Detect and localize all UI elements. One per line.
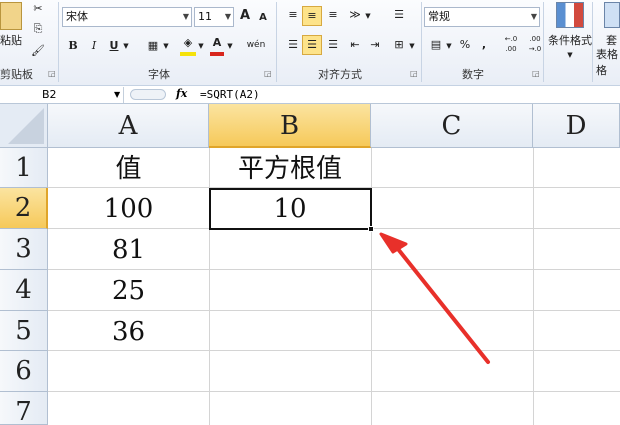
name-box[interactable]: B2 ▼ (0, 87, 124, 103)
decrease-indent-icon[interactable]: ⇤ (346, 36, 364, 54)
column-header-d[interactable]: D (533, 104, 620, 148)
clipboard-group-label: 剪贴板 (0, 68, 33, 81)
paste-button-label[interactable]: 粘贴 (0, 32, 22, 48)
cell-a4[interactable]: 25 (48, 272, 209, 311)
increase-indent-icon[interactable]: ⇥ (366, 36, 384, 54)
align-top-icon[interactable]: ≡ (284, 6, 302, 24)
chevron-down-icon[interactable]: ▼ (122, 37, 130, 55)
conditional-format-icon[interactable] (556, 2, 584, 28)
active-cell-border (209, 188, 372, 230)
merge-center-icon[interactable]: ⊞ (390, 36, 408, 54)
cut-icon[interactable]: ✂ (30, 0, 46, 18)
cell-a2[interactable]: 100 (48, 190, 209, 229)
align-middle-icon: ≡ (307, 9, 317, 22)
bold-button[interactable]: B (66, 37, 80, 55)
number-group-label: 数字 (462, 68, 484, 81)
table-format-label-bottom[interactable]: 表格格 (596, 46, 620, 78)
cell-b1[interactable]: 平方根值 (209, 150, 371, 188)
group-divider (421, 2, 422, 82)
chevron-down-icon: ▼ (224, 12, 231, 21)
grow-font-button[interactable]: A (238, 7, 252, 25)
font-size-select[interactable]: 11 ▼ (194, 7, 234, 27)
font-name-value: 宋体 (66, 10, 88, 23)
paste-icon[interactable] (0, 2, 22, 30)
row-header-4[interactable]: 4 (0, 270, 48, 311)
select-all-triangle-icon (8, 108, 44, 144)
chevron-down-icon[interactable]: ▼ (364, 7, 372, 25)
fill-color-icon[interactable]: ◈ (180, 34, 196, 56)
align-left-icon[interactable]: ☰ (284, 36, 302, 54)
format-painter-icon[interactable]: 🖌 (30, 42, 46, 60)
row-header-5[interactable]: 5 (0, 311, 48, 351)
number-format-value: 常规 (428, 10, 450, 23)
align-right-icon[interactable]: ☰ (324, 36, 342, 54)
percent-style-button[interactable]: % (458, 36, 472, 54)
align-center-button[interactable]: ☰ (302, 35, 322, 55)
fill-handle[interactable] (368, 226, 374, 232)
chevron-down-icon[interactable]: ▼ (408, 37, 416, 55)
borders-icon[interactable]: ▦ (145, 37, 161, 55)
font-color-button[interactable]: A (210, 34, 224, 56)
group-divider (543, 2, 544, 82)
group-divider (58, 2, 59, 82)
align-middle-button[interactable]: ≡ (302, 6, 322, 26)
clipboard-dialog-launcher-icon[interactable]: ◲ (48, 69, 56, 78)
column-header-b[interactable]: B (209, 104, 371, 148)
chevron-down-icon[interactable]: ▼ (197, 37, 205, 55)
font-size-value: 11 (198, 10, 212, 23)
formula-splitter[interactable] (130, 89, 166, 100)
italic-button[interactable]: I (87, 37, 101, 55)
cell-a3[interactable]: 81 (48, 231, 209, 270)
align-center-icon: ☰ (307, 38, 317, 51)
phonetic-guide-button[interactable]: wén (245, 36, 267, 54)
row-header-1[interactable]: 1 (0, 148, 48, 188)
column-header-c[interactable]: C (371, 104, 533, 148)
increase-decimal-button[interactable]: ←.0 .00 (500, 34, 522, 54)
shrink-font-button[interactable]: A (256, 9, 270, 27)
insert-function-button[interactable]: fx (176, 87, 187, 100)
formula-input[interactable]: =SQRT(A2) (200, 87, 260, 102)
gridline (48, 391, 620, 392)
font-name-select[interactable]: 宋体 ▼ (62, 7, 192, 27)
chevron-down-icon: ▼ (530, 12, 537, 21)
number-format-select[interactable]: 常规 ▼ (424, 7, 540, 27)
alignment-group-label: 对齐方式 (318, 68, 362, 81)
gridline (533, 148, 534, 425)
name-box-value: B2 (42, 88, 57, 101)
accounting-format-icon[interactable]: ▤ (428, 36, 444, 54)
orientation-icon[interactable]: ≫ (346, 6, 364, 24)
number-dialog-launcher-icon[interactable]: ◲ (532, 69, 540, 78)
font-dialog-launcher-icon[interactable]: ◲ (264, 69, 272, 78)
select-all-button[interactable] (0, 104, 48, 148)
copy-icon[interactable]: ⎘ (30, 20, 46, 38)
column-header-a[interactable]: A (48, 104, 209, 148)
chevron-down-icon[interactable]: ▼ (226, 37, 234, 55)
chevron-down-icon[interactable]: ▼ (445, 37, 453, 55)
row-header-2[interactable]: 2 (0, 188, 48, 229)
comma-style-button[interactable]: , (478, 36, 490, 54)
wrap-text-icon[interactable]: ☰ (390, 6, 408, 24)
ribbon: 粘贴 ✂ ⎘ 🖌 剪贴板 ◲ 宋体 ▼ 11 ▼ A A B I U ▼ ▦ ▼… (0, 0, 620, 86)
table-format-icon[interactable] (604, 2, 620, 28)
cell-a1[interactable]: 值 (48, 150, 209, 188)
formula-bar: B2 ▼ fx =SQRT(A2) (0, 86, 620, 104)
chevron-down-icon[interactable]: ▼ (162, 37, 170, 55)
underline-button[interactable]: U (107, 37, 121, 55)
chevron-down-icon: ▼ (567, 51, 573, 59)
group-divider (592, 2, 593, 82)
group-divider (276, 2, 277, 82)
cell-a5[interactable]: 36 (48, 313, 209, 351)
chevron-down-icon: ▼ (182, 12, 189, 21)
row-header-3[interactable]: 3 (0, 229, 48, 270)
row-header-6[interactable]: 6 (0, 351, 48, 392)
font-group-label: 字体 (148, 68, 170, 81)
row-header-7[interactable]: 7 (0, 392, 48, 425)
align-bottom-icon[interactable]: ≡ (324, 6, 342, 24)
alignment-dialog-launcher-icon[interactable]: ◲ (410, 69, 418, 78)
chevron-down-icon[interactable]: ▼ (114, 87, 120, 102)
